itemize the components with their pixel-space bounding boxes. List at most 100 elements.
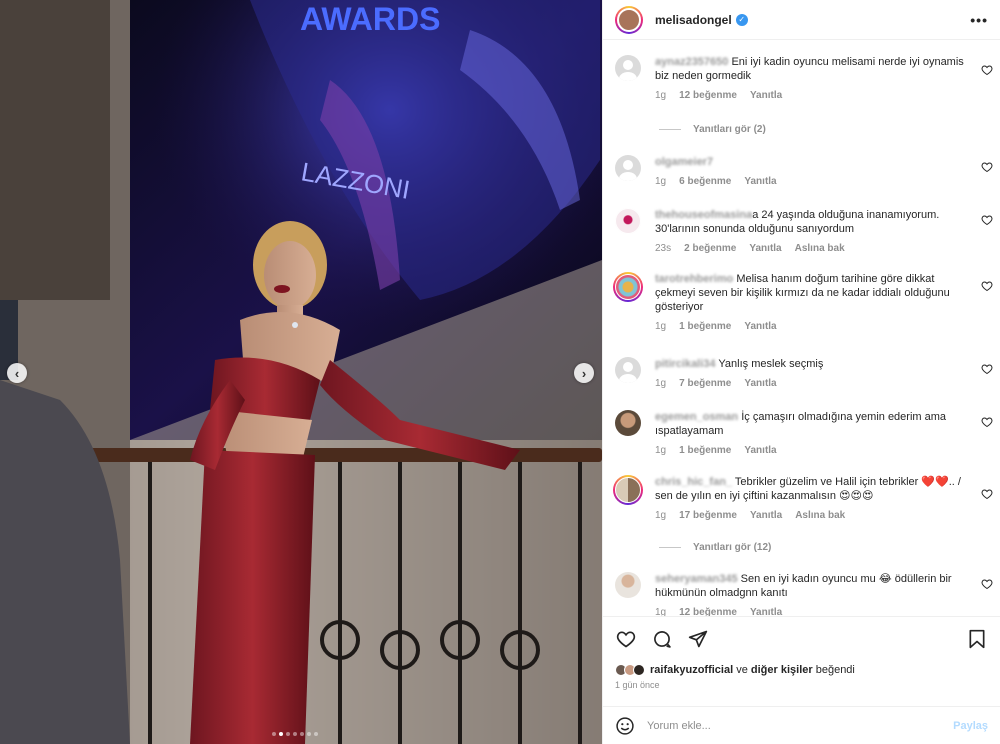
liker-username[interactable]: raifakyuzofficial — [650, 664, 733, 676]
post-comment-button[interactable]: Paylaş — [953, 720, 988, 732]
commenter-username[interactable]: chris_hic_fan_ — [655, 476, 732, 488]
commenter-avatar[interactable] — [615, 55, 641, 81]
commenter-username[interactable]: olgameier7 — [655, 156, 713, 168]
carousel-dots — [272, 732, 318, 736]
comment-likes[interactable]: 12 beğenme — [679, 606, 737, 616]
comment-time: 1g — [655, 378, 667, 389]
heart-icon[interactable] — [981, 578, 993, 590]
liker-avatar[interactable] — [633, 664, 645, 676]
post-header: melisadongel ✓ ••• — [603, 0, 1000, 40]
comment-item: olgameier7 1g 6 beğenme Yanıtla — [603, 155, 1000, 189]
comment-item: chris_hic_fan_ Tebrikler güzelim ve Hali… — [603, 475, 1000, 523]
likes-others-link[interactable]: diğer kişiler — [751, 664, 813, 676]
verified-icon: ✓ — [735, 13, 748, 26]
carousel-dot — [293, 732, 297, 736]
reply-button[interactable]: Yanıtla — [750, 606, 782, 616]
comment-time: 1g — [655, 607, 667, 616]
comment-button[interactable] — [651, 628, 673, 650]
author-username[interactable]: melisadongel — [655, 13, 732, 27]
reply-button[interactable]: Yanıtla — [744, 444, 776, 458]
heart-icon[interactable] — [981, 280, 993, 292]
likes-summary: raifakyuzofficial ve diğer kişiler beğen… — [603, 660, 1000, 680]
comment-likes[interactable]: 1 beğenme — [679, 320, 731, 334]
likes-suffix: beğendi — [815, 664, 855, 676]
share-icon — [688, 630, 708, 647]
heart-icon[interactable] — [981, 416, 993, 428]
comment-time: 1g — [655, 176, 667, 187]
commenter-username[interactable]: egemen_osman — [655, 411, 738, 423]
post-time[interactable]: 1 gün önce — [603, 680, 1000, 696]
commenter-avatar[interactable] — [615, 357, 641, 383]
commenter-avatar[interactable] — [615, 572, 641, 598]
comment-composer: Paylaş — [603, 706, 1000, 744]
carousel-dot — [272, 732, 276, 736]
post-sidebar: melisadongel ✓ ••• aynaz2357650 Eni iyi … — [602, 0, 1000, 744]
post-actions — [603, 616, 1000, 660]
heart-icon[interactable] — [981, 64, 993, 76]
comment-likes[interactable]: 1 beğenme — [679, 444, 731, 458]
heart-icon — [616, 630, 636, 647]
post-photo[interactable]: AWARDS LAZZONI ‹ › — [0, 0, 602, 744]
comments-list: aynaz2357650 Eni iyi kadin oyuncu melisa… — [603, 40, 1000, 616]
comment-input[interactable] — [647, 719, 954, 732]
carousel-dot — [300, 732, 304, 736]
view-replies-button[interactable]: Yanıtları gör (12) — [659, 542, 771, 553]
emoji-icon[interactable] — [615, 716, 635, 736]
see-translation-button[interactable]: Aslına bak — [795, 242, 845, 256]
commenter-avatar[interactable] — [613, 475, 643, 505]
carousel-dot — [286, 732, 290, 736]
carousel-dot — [307, 732, 311, 736]
view-replies-button[interactable]: Yanıtları gör (2) — [659, 124, 766, 135]
commenter-username[interactable]: tarotrehberimo — [655, 273, 733, 285]
like-button[interactable] — [615, 628, 637, 650]
comment-item: aynaz2357650 Eni iyi kadin oyuncu melisa… — [603, 55, 1000, 103]
comment-item: thehouseofmasinaa 24 yaşında olduğuna in… — [603, 208, 1000, 256]
comment-likes[interactable]: 17 beğenme — [679, 509, 737, 523]
commenter-avatar[interactable] — [615, 155, 641, 181]
share-button[interactable] — [687, 628, 709, 650]
commenter-avatar[interactable] — [615, 410, 641, 436]
more-options-icon[interactable]: ••• — [970, 12, 988, 28]
commenter-avatar[interactable] — [613, 272, 643, 302]
reply-button[interactable]: Yanıtla — [744, 175, 776, 189]
next-photo-button[interactable]: › — [574, 363, 594, 383]
see-translation-button[interactable]: Aslına bak — [795, 509, 845, 523]
comment-time: 1g — [655, 510, 667, 521]
save-icon — [969, 629, 985, 648]
photo-scene: AWARDS LAZZONI — [0, 0, 602, 744]
reply-button[interactable]: Yanıtla — [750, 89, 782, 103]
comment-text: Yanlış meslek seçmiş — [718, 358, 824, 370]
comment-item: pitircikali34 Yanlış meslek seçmiş 1g 7 b… — [603, 357, 1000, 391]
comment-item: seheryaman345 Sen en iyi kadın oyuncu mu… — [603, 572, 1000, 616]
carousel-dot — [279, 732, 283, 736]
comment-time: 23s — [655, 243, 672, 254]
author-avatar[interactable] — [615, 5, 643, 34]
commenter-username[interactable]: pitircikali34 — [655, 358, 716, 370]
reply-button[interactable]: Yanıtla — [750, 509, 782, 523]
comment-icon — [654, 630, 671, 648]
commenter-username[interactable]: aynaz2357650 — [655, 56, 728, 68]
screen-awards-text: AWARDS — [300, 1, 440, 37]
comment-likes[interactable]: 2 beğenme — [684, 242, 736, 256]
comment-likes[interactable]: 6 beğenme — [679, 175, 731, 189]
reply-button[interactable]: Yanıtla — [744, 320, 776, 334]
commenter-avatar[interactable] — [615, 208, 641, 234]
heart-icon[interactable] — [981, 488, 993, 500]
heart-icon[interactable] — [981, 214, 993, 226]
comment-time: 1g — [655, 445, 667, 456]
reply-button[interactable]: Yanıtla — [749, 242, 781, 256]
comment-likes[interactable]: 7 beğenme — [679, 377, 731, 391]
comment-time: 1g — [655, 90, 667, 101]
comment-likes[interactable]: 12 beğenme — [679, 89, 737, 103]
comment-time: 1g — [655, 321, 667, 332]
comment-item: tarotrehberimo Melisa hanım doğum tarihi… — [603, 272, 1000, 334]
commenter-username[interactable]: thehouseofmasina — [655, 209, 752, 221]
heart-icon[interactable] — [981, 363, 993, 375]
likes-connector: ve — [736, 664, 748, 676]
save-button[interactable] — [966, 628, 988, 650]
commenter-username[interactable]: seheryaman345 — [655, 573, 738, 585]
heart-icon[interactable] — [981, 161, 993, 173]
reply-button[interactable]: Yanıtla — [744, 377, 776, 391]
previous-photo-button[interactable]: ‹ — [7, 363, 27, 383]
carousel-dot — [314, 732, 318, 736]
